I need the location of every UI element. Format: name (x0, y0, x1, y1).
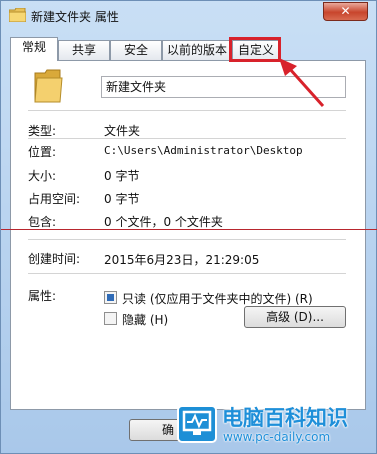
created-label: 创建时间: (28, 252, 81, 266)
contains-value: 0 个文件，0 个文件夹 (104, 215, 223, 229)
hidden-checkbox[interactable] (104, 312, 117, 325)
created-value: 2015年6月23日，21:29:05 (104, 253, 260, 267)
tab-general[interactable]: 常规 (10, 37, 58, 61)
annotation-arrow (279, 58, 325, 108)
size-on-disk-value: 0 字节 (104, 192, 140, 206)
hidden-label[interactable]: 隐藏 (H) (122, 311, 168, 328)
watermark: 电脑百科知识 www.pc-daily.com (169, 399, 377, 454)
watermark-title: 电脑百科知识 (222, 406, 348, 430)
title-bar[interactable]: 新建文件夹 属性 ✕ (1, 1, 377, 31)
advanced-button[interactable]: 高级 (D)... (244, 306, 346, 328)
contains-label: 包含: (28, 215, 57, 229)
type-value: 文件夹 (104, 124, 141, 138)
monitor-logo-icon (177, 405, 217, 443)
size-on-disk-label: 占用空间: (28, 192, 81, 206)
divider (28, 273, 346, 274)
location-value: C:\Users\Administrator\Desktop (104, 144, 303, 157)
folder-large-icon (34, 69, 63, 103)
type-label: 类型: (28, 124, 57, 138)
location-label: 位置: (28, 145, 57, 159)
divider (28, 138, 346, 139)
readonly-label[interactable]: 只读 (仅应用于文件夹中的文件) (R) (122, 290, 313, 307)
close-icon: ✕ (340, 4, 351, 18)
properties-window: 新建文件夹 属性 ✕ 常规 共享 安全 以前的版本 自定义 新建文件夹 类型: … (0, 0, 377, 454)
size-label: 大小: (28, 169, 57, 183)
window-title: 新建文件夹 属性 (31, 10, 119, 24)
divider (28, 239, 346, 240)
attributes-label: 属性: (28, 289, 57, 303)
close-button[interactable]: ✕ (323, 2, 368, 21)
tab-sharing[interactable]: 共享 (58, 40, 110, 60)
folder-icon (9, 8, 26, 22)
size-value: 0 字节 (104, 169, 140, 183)
tab-security[interactable]: 安全 (110, 40, 162, 60)
annotation-line (1, 229, 377, 230)
readonly-checkbox[interactable] (104, 291, 117, 304)
watermark-url: www.pc-daily.com (223, 430, 331, 444)
tab-previous-versions[interactable]: 以前的版本 (162, 40, 232, 60)
